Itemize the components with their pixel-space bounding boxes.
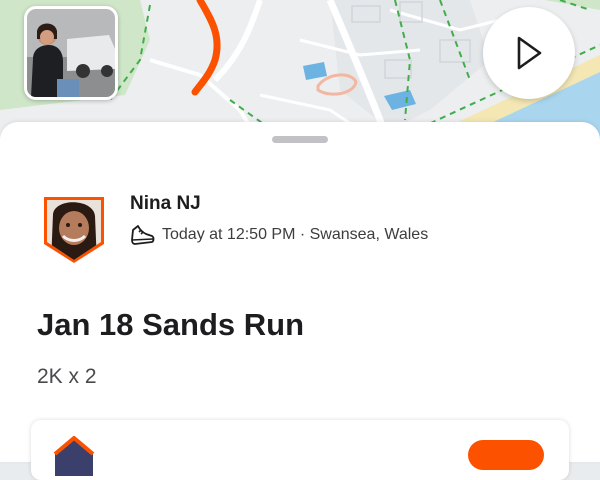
card-action-button[interactable] [468,440,544,470]
activity-description: 2K x 2 [37,365,97,388]
activity-title: Jan 18 Sands Run [37,307,305,342]
activity-sheet: Nina NJ Today at 12:50 PM · Swansea, Wal… [0,122,600,480]
activity-time-location: Today at 12:50 PM · Swansea, Wales [162,226,429,243]
achievement-card[interactable] [31,420,569,480]
activity-meta: Today at 12:50 PM · Swansea, Wales [130,222,428,248]
badge-icon [53,436,95,476]
activity-photo-thumbnail[interactable] [24,6,118,100]
photo-image [27,9,115,97]
running-shoe-icon [131,225,155,245]
play-icon [517,36,542,70]
athlete-avatar[interactable] [41,194,107,264]
play-flyover-button[interactable] [483,7,575,99]
athlete-name[interactable]: Nina NJ [130,193,201,215]
drag-handle[interactable] [272,136,328,143]
